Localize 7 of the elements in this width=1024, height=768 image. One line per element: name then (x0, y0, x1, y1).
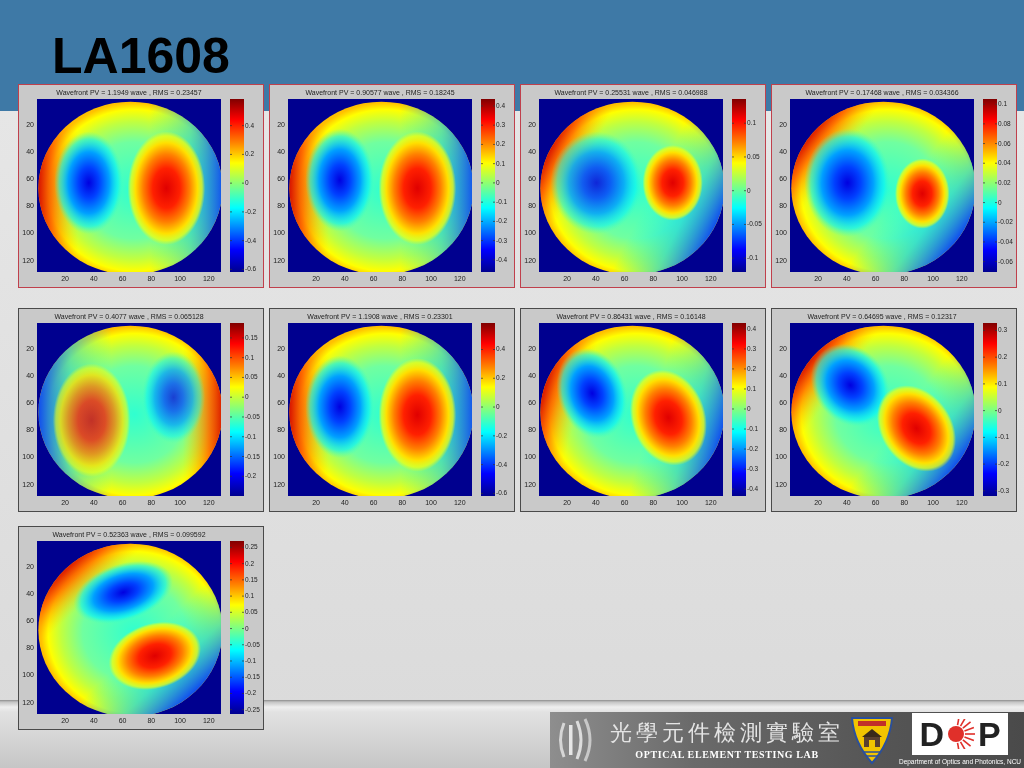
lab-name-english: OPTICAL ELEMENT TESTING LAB (635, 748, 819, 761)
logo-letter: P (977, 717, 1001, 751)
slide-title: LA1608 (52, 31, 230, 81)
logo-letter: D (919, 717, 944, 751)
shield-emblem-icon (850, 715, 894, 765)
sun-rays-icon (945, 719, 976, 749)
lab-name: 光學元件檢測實驗室 (610, 719, 844, 747)
